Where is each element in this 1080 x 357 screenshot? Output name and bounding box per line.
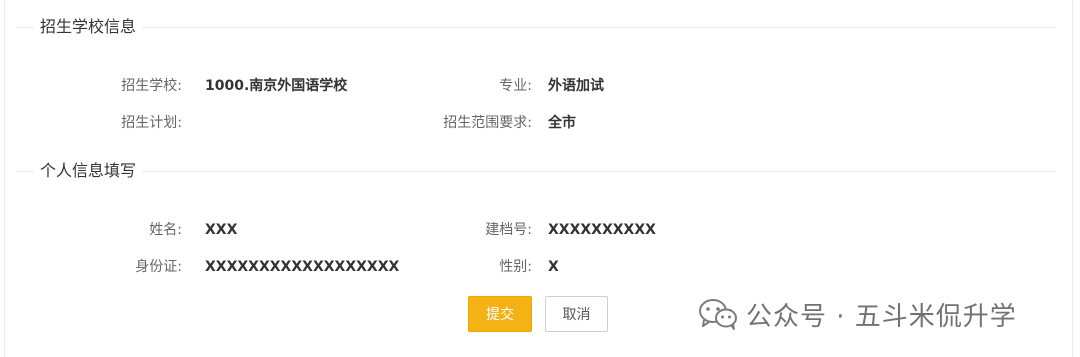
name-value: XXX bbox=[205, 222, 238, 238]
id-card-label: 身份证: bbox=[135, 259, 182, 275]
cancel-button[interactable]: 取消 bbox=[545, 296, 608, 332]
major-label: 专业: bbox=[499, 78, 532, 94]
file-number-label: 建档号: bbox=[485, 222, 532, 238]
panel-border-left bbox=[4, 0, 5, 357]
form-panel: 招生学校信息 招生学校: 1000.南京外国语学校 专业: 外语加试 招生计划:… bbox=[0, 0, 1080, 357]
school-section-title: 招生学校信息 bbox=[34, 15, 143, 39]
divider bbox=[16, 27, 1056, 28]
major-value: 外语加试 bbox=[548, 78, 604, 94]
gender-value: X bbox=[548, 259, 559, 275]
scope-value: 全市 bbox=[548, 115, 576, 131]
wechat-icon bbox=[699, 299, 737, 330]
scope-label: 招生范围要求: bbox=[443, 115, 532, 131]
watermark: 公众号 · 五斗米侃升学 bbox=[698, 296, 1017, 332]
plan-label: 招生计划: bbox=[121, 115, 182, 131]
personal-section-header: 个人信息填写 bbox=[16, 159, 1056, 183]
personal-section-title: 个人信息填写 bbox=[34, 159, 143, 183]
id-card-value: XXXXXXXXXXXXXXXXXX bbox=[205, 259, 400, 275]
school-section-header: 招生学校信息 bbox=[16, 15, 1056, 39]
name-label: 姓名: bbox=[149, 222, 182, 238]
submit-button[interactable]: 提交 bbox=[468, 296, 532, 332]
school-label: 招生学校: bbox=[121, 78, 182, 94]
school-value: 1000.南京外国语学校 bbox=[205, 78, 348, 94]
watermark-text: 公众号 · 五斗米侃升学 bbox=[746, 301, 1017, 332]
gender-label: 性别: bbox=[499, 259, 532, 275]
file-number-value: XXXXXXXXXX bbox=[548, 222, 656, 238]
divider bbox=[16, 171, 1056, 172]
panel-border-right bbox=[1072, 0, 1073, 357]
